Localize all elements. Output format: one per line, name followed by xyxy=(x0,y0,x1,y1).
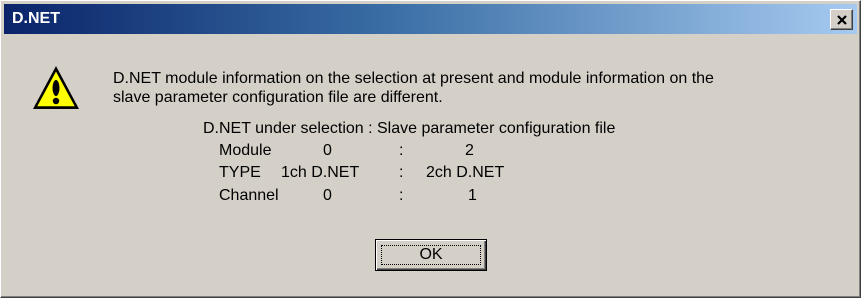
row-module-sep: : xyxy=(399,142,404,159)
message-text: D.NET module information on the selectio… xyxy=(113,69,853,107)
ok-button-label: OK xyxy=(419,246,443,263)
close-button[interactable] xyxy=(830,9,853,30)
dialog-window: D.NET D.NET module information on the se… xyxy=(0,0,861,298)
row-channel-label: Channel xyxy=(219,187,279,204)
row-type-right: 2ch D.NET xyxy=(426,164,505,181)
message-line: D.NET module information on the selectio… xyxy=(113,70,714,87)
row-module-left: 0 xyxy=(323,142,332,159)
compare-header: D.NET under selection : Slave parameter … xyxy=(203,120,616,137)
row-module-right: 2 xyxy=(465,142,474,159)
ok-button[interactable]: OK xyxy=(375,239,487,271)
close-icon xyxy=(836,13,848,30)
window-title: D.NET xyxy=(12,10,60,27)
title-bar[interactable]: D.NET xyxy=(4,4,857,34)
warning-icon xyxy=(31,63,81,113)
row-channel-left: 0 xyxy=(323,187,332,204)
message-line: slave parameter configuration file are d… xyxy=(113,89,443,106)
row-module-label: Module xyxy=(219,142,272,159)
row-type-label: TYPE xyxy=(219,164,261,181)
row-channel-sep: : xyxy=(399,187,404,204)
row-type-left: 1ch D.NET xyxy=(281,164,360,181)
row-type-sep: : xyxy=(399,164,404,181)
row-channel-right: 1 xyxy=(468,187,477,204)
